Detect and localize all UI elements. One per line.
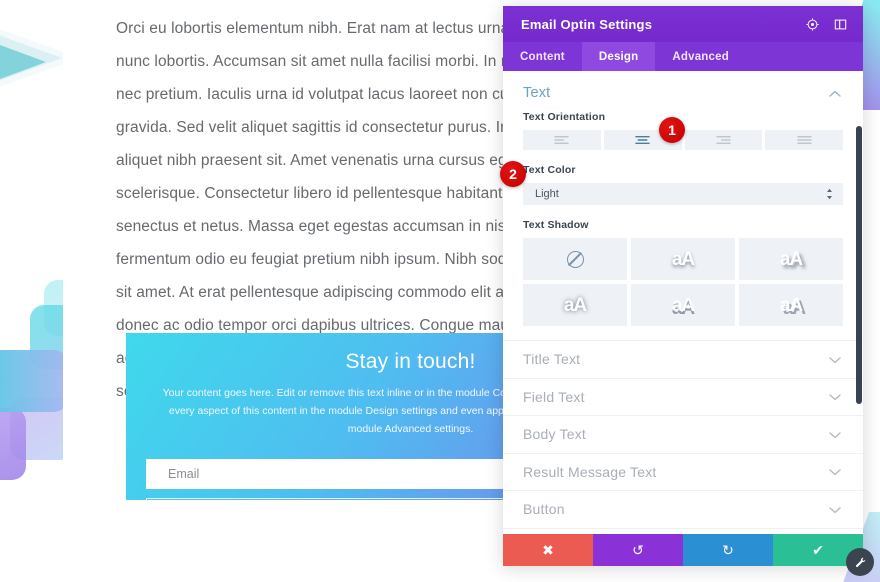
shadow-soft-down-button[interactable]: aA [631, 238, 735, 280]
align-left-button[interactable] [523, 130, 601, 150]
shadow-preview-text: aA [671, 294, 695, 316]
accordion-label: Field Text [523, 388, 585, 405]
shadow-hard-down-button[interactable]: aA [631, 284, 735, 326]
text-shadow-options: aA aA aA aA aA [523, 238, 843, 326]
accordion-field-text[interactable]: Field Text [503, 379, 863, 416]
modal-footer: ✖ ↺ ↻ ✔ [503, 534, 863, 566]
text-shadow-label: Text Shadow [523, 219, 589, 231]
align-right-button[interactable] [684, 130, 763, 150]
accordion-label: Button [523, 501, 565, 518]
modal-tabs: Content Design Advanced [503, 42, 863, 71]
shadow-preview-text: aA [671, 248, 695, 270]
screenshot-root: Orci eu lobortis elementum nibh. Erat na… [0, 0, 880, 582]
shadow-offset-button[interactable]: aA [739, 238, 843, 280]
chevron-down-icon[interactable] [829, 353, 841, 366]
annotation-badge-2: 2 [500, 161, 526, 187]
shadow-preview-text: aA [563, 294, 587, 316]
modal-header: Email Optin Settings [503, 6, 863, 42]
redo-button[interactable]: ↻ [683, 534, 773, 566]
modal-scrollbar[interactable] [856, 126, 862, 404]
no-shadow-icon [566, 250, 584, 268]
text-color-label: Text Color [523, 164, 576, 176]
settings-accordion: Title Text Field Text Body Text Result M… [503, 340, 863, 534]
accordion-label: Title Text [523, 351, 581, 368]
accordion-result-message-text[interactable]: Result Message Text [503, 454, 863, 491]
accordion-label: Result Message Text [523, 463, 657, 480]
chevron-down-icon[interactable] [829, 503, 841, 516]
accordion-label: Body Text [523, 426, 587, 443]
chevron-down-icon[interactable] [829, 428, 841, 441]
blob-decoration-d [0, 408, 26, 480]
accordion-button[interactable]: Button [503, 491, 863, 529]
chevron-up-icon[interactable] [829, 87, 841, 100]
settings-fab[interactable] [846, 548, 874, 576]
accordion-title-text[interactable]: Title Text [503, 341, 863, 379]
section-title: Text [523, 85, 551, 101]
text-color-select[interactable]: Light [523, 183, 843, 205]
shadow-none-button[interactable] [523, 238, 627, 280]
tab-advanced[interactable]: Advanced [655, 42, 746, 71]
accordion-body-text[interactable]: Body Text [503, 416, 863, 454]
triangle-decoration-inner [0, 28, 46, 96]
shadow-preview-text: aA [779, 248, 803, 270]
layout-icon[interactable] [829, 13, 851, 35]
annotation-badge-1: 1 [659, 117, 685, 143]
tab-content[interactable]: Content [503, 42, 582, 71]
triangle-decoration-mid [0, 14, 62, 102]
text-orientation-label: Text Orientation [523, 111, 606, 123]
chevron-down-icon[interactable] [829, 390, 841, 403]
select-arrows-icon [826, 188, 833, 200]
shadow-preview-text: aA [779, 294, 803, 316]
align-justify-button[interactable] [765, 130, 843, 150]
field-text-shadow: Text Shadow aA aA aA aA aA [503, 219, 863, 326]
email-optin-settings-modal: Email Optin Settings Content Design Adva… [503, 6, 863, 566]
discard-button[interactable]: ✖ [503, 534, 593, 566]
shadow-hard-offset-button[interactable]: aA [739, 284, 843, 326]
accordion-sizing[interactable]: Sizing [503, 529, 863, 535]
tab-design[interactable]: Design [581, 42, 656, 71]
chevron-down-icon[interactable] [829, 465, 841, 478]
modal-body: Text Text Orientation Text Color Light T… [503, 71, 863, 534]
modal-title: Email Optin Settings [521, 16, 653, 32]
undo-button[interactable]: ↺ [593, 534, 683, 566]
target-icon[interactable] [801, 13, 823, 35]
section-header-text[interactable]: Text [503, 71, 863, 111]
blob-decoration-b [0, 350, 68, 412]
text-color-value: Light [535, 188, 559, 200]
shadow-glow-button[interactable]: aA [523, 284, 627, 326]
optin-email-placeholder: Email [168, 467, 200, 481]
field-text-color: Text Color Light [503, 164, 863, 205]
